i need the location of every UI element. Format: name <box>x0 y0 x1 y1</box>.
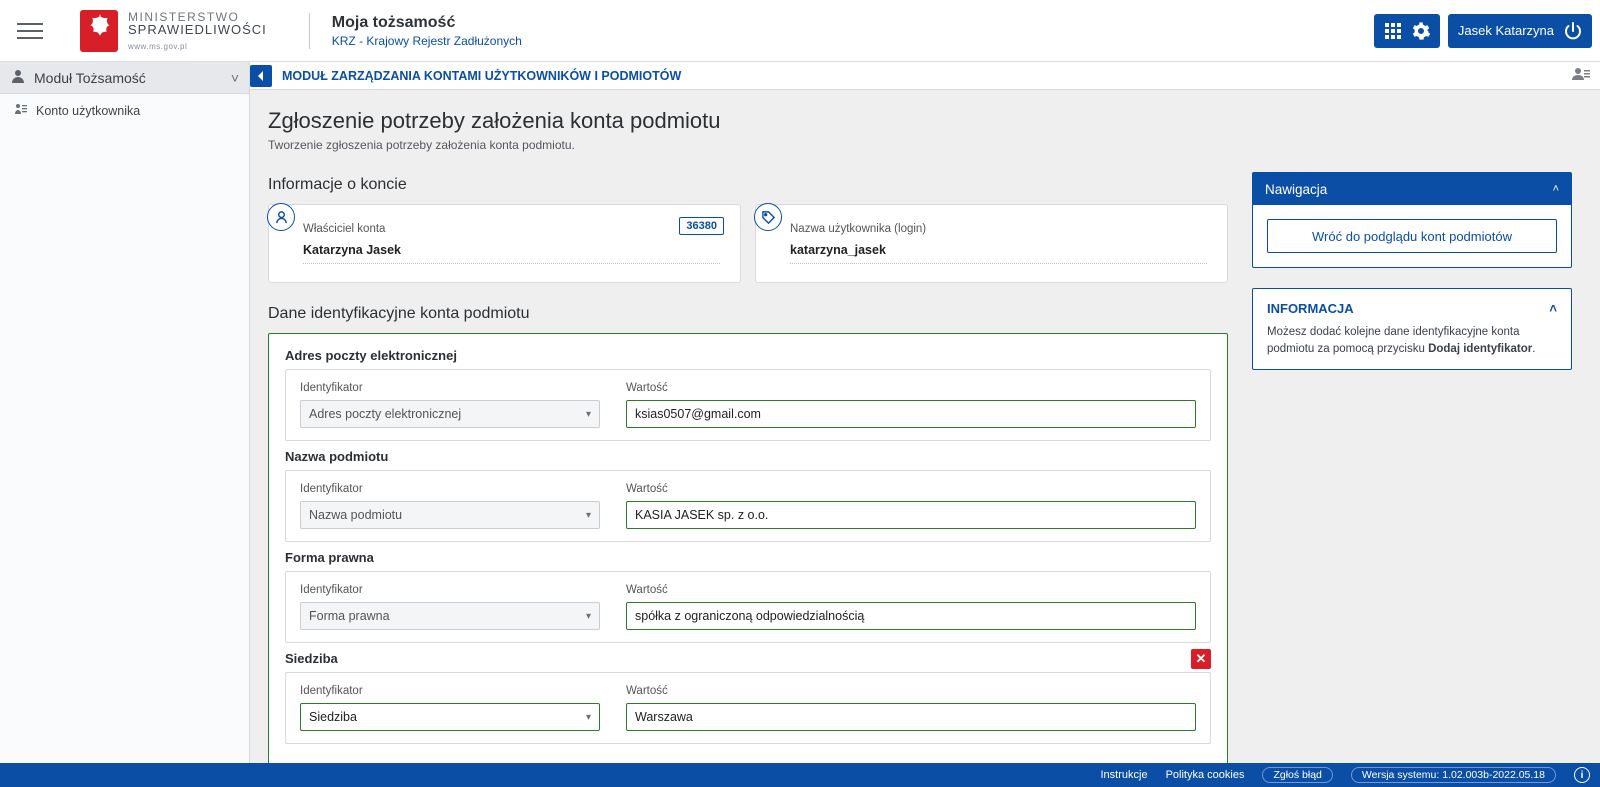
value-label: Wartość <box>626 685 1196 697</box>
identity-group: Adres poczty elektronicznej Identyfikator… <box>285 348 1211 441</box>
tag-circle-icon <box>754 203 782 231</box>
header-bar: MINISTERSTWO SPRAWIEDLIWOŚCI www.ms.gov.… <box>0 0 1600 62</box>
chevron-down-icon: ▾ <box>586 409 591 420</box>
app-title: Moja tożsamość <box>332 14 522 32</box>
chevron-up-icon: ˄ <box>1553 183 1559 195</box>
owner-card: 36380 Właściciel konta Katarzyna Jasek <box>268 204 741 283</box>
main-area: MODUŁ ZARZĄDZANIA KONTAMI UŻYTKOWNIKÓW I… <box>250 62 1600 763</box>
group-title: Forma prawna <box>285 550 1211 565</box>
owner-value: Katarzyna Jasek <box>303 243 720 264</box>
identifier-label: Identyfikator <box>300 382 600 394</box>
app-subtitle: KRZ - Krajowy Rejestr Zadłużonych <box>332 34 522 48</box>
chevron-down-icon: ▾ <box>586 611 591 622</box>
chevron-down-icon: ˅ <box>231 70 239 86</box>
identifier-label: Identyfikator <box>300 584 600 596</box>
identifier-label: Identyfikator <box>300 685 600 697</box>
information-panel: INFORMACJA ˄ Możesz dodać kolejne dane i… <box>1252 288 1572 370</box>
identity-group: Forma prawna Identyfikator Forma prawna▾ Wa… <box>285 550 1211 643</box>
navigation-panel: Nawigacja ˄ Wróć do podglądu kont podmio… <box>1252 172 1572 268</box>
login-value: katarzyna_jasek <box>790 243 1207 264</box>
report-bug-button[interactable]: Zgłoś błąd <box>1262 767 1332 783</box>
info-icon[interactable]: i <box>1574 767 1590 783</box>
user-name: Jasek Katarzyna <box>1458 23 1554 38</box>
value-input[interactable] <box>626 501 1196 529</box>
apps-grid-icon <box>1384 22 1402 40</box>
sidebar-section-toggle[interactable]: Moduł Tożsamość ˅ <box>0 62 249 94</box>
footer-bar: Instrukcje Polityka cookies Zgłoś błąd W… <box>0 763 1600 787</box>
content-scroll[interactable]: Zgłoszenie potrzeby założenia konta podm… <box>250 90 1600 763</box>
page-title: Zgłoszenie potrzeby założenia konta podm… <box>268 108 1572 134</box>
person-circle-icon <box>267 203 295 231</box>
identifier-label: Identyfikator <box>300 483 600 495</box>
page-desc: Tworzenie zgłoszenia potrzeby założenia … <box>268 138 1572 152</box>
app-title-block: Moja tożsamość KRZ - Krajowy Rejestr Zad… <box>332 14 522 48</box>
navigation-heading: Nawigacja <box>1265 182 1327 197</box>
section-identity-heading: Dane identyfikacyjne konta podmiotu <box>268 305 1228 323</box>
eagle-emblem-icon <box>80 10 118 52</box>
information-text: Możesz dodać kolejne dane identyfikacyjn… <box>1267 324 1557 357</box>
gear-icon <box>1412 22 1430 40</box>
identity-group: Nazwa podmiotu Identyfikator Nazwa podmiot… <box>285 449 1211 542</box>
user-group-icon[interactable] <box>1572 67 1590 84</box>
user-menu-button[interactable]: Jasek Katarzyna <box>1448 14 1592 48</box>
menu-toggle-button[interactable] <box>0 0 60 62</box>
owner-label: Właściciel konta <box>303 223 720 235</box>
delete-group-button[interactable]: ✕ <box>1191 649 1211 669</box>
list-icon <box>14 102 28 119</box>
back-to-entities-button[interactable]: Wróć do podglądu kont podmiotów <box>1267 219 1557 253</box>
navigation-panel-head[interactable]: Nawigacja ˄ <box>1253 173 1571 205</box>
chevron-up-icon: ˄ <box>1549 301 1557 316</box>
header-actions: Jasek Katarzyna <box>1374 14 1592 48</box>
apps-settings-button[interactable] <box>1374 14 1440 48</box>
login-card: Nazwa użytkownika (login) katarzyna_jase… <box>755 204 1228 283</box>
owner-id-badge: 36380 <box>679 217 724 235</box>
sidebar-item[interactable]: Konto użytkownika <box>0 94 249 127</box>
identity-panel: Adres poczty elektronicznej Identyfikator… <box>268 333 1228 763</box>
person-icon <box>10 68 26 87</box>
sidebar-item-label: Konto użytkownika <box>36 104 140 118</box>
group-title: Nazwa podmiotu <box>285 449 1211 464</box>
footer-link-instrukcje[interactable]: Instrukcje <box>1101 769 1148 781</box>
group-title: Siedziba <box>285 651 1211 666</box>
power-icon <box>1564 22 1582 40</box>
ministry-logo: MINISTERSTWO SPRAWIEDLIWOŚCI www.ms.gov.… <box>60 10 287 52</box>
value-label: Wartość <box>626 382 1196 394</box>
value-label: Wartość <box>626 584 1196 596</box>
identifier-select[interactable]: Adres poczty elektronicznej▾ <box>300 400 600 428</box>
back-button[interactable] <box>250 65 272 87</box>
information-panel-head[interactable]: INFORMACJA ˄ <box>1267 301 1557 316</box>
information-heading: INFORMACJA <box>1267 301 1354 316</box>
breadcrumb-bar: MODUŁ ZARZĄDZANIA KONTAMI UŻYTKOWNIKÓW I… <box>250 62 1600 90</box>
ministry-line2: SPRAWIEDLIWOŚCI <box>128 23 267 36</box>
divider <box>309 13 310 49</box>
identifier-select[interactable]: Siedziba▾ <box>300 703 600 731</box>
chevron-down-icon: ▾ <box>586 712 591 723</box>
breadcrumb-path: MODUŁ ZARZĄDZANIA KONTAMI UŻYTKOWNIKÓW I… <box>282 69 681 83</box>
sidebar: Moduł Tożsamość ˅ Konto użytkownika <box>0 62 250 763</box>
identity-group: ✕Siedziba Identyfikator Siedziba▾ Wartość <box>285 651 1211 744</box>
group-title: Adres poczty elektronicznej <box>285 348 1211 363</box>
value-label: Wartość <box>626 483 1196 495</box>
value-input[interactable] <box>626 602 1196 630</box>
login-label: Nazwa użytkownika (login) <box>790 223 1207 235</box>
identifier-select[interactable]: Forma prawna▾ <box>300 602 600 630</box>
section-account-heading: Informacje o koncie <box>268 176 1228 194</box>
system-version: Wersja systemu: 1.02.003b-2022.05.18 <box>1351 767 1556 783</box>
identifier-select[interactable]: Nazwa podmiotu▾ <box>300 501 600 529</box>
ministry-line1: MINISTERSTWO <box>128 11 267 23</box>
chevron-down-icon: ▾ <box>586 510 591 521</box>
ministry-sub: www.ms.gov.pl <box>128 43 267 51</box>
sidebar-head-label: Moduł Tożsamość <box>34 70 146 86</box>
value-input[interactable] <box>626 400 1196 428</box>
footer-link-cookies[interactable]: Polityka cookies <box>1166 769 1245 781</box>
value-input[interactable] <box>626 703 1196 731</box>
